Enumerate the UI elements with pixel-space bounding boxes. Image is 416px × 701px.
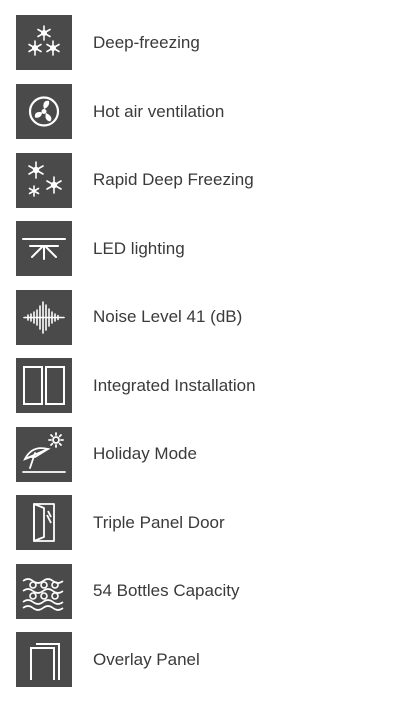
snowflakes-cluster-icon bbox=[16, 152, 72, 208]
bottles-rack-icon bbox=[16, 563, 72, 619]
feature-item-bottles-capacity: 54 Bottles Capacity bbox=[16, 563, 406, 619]
led-light-icon bbox=[16, 221, 72, 276]
glass-door-icon bbox=[16, 495, 72, 550]
feature-list: Deep-freezing Hot air ventilation Rapid … bbox=[16, 15, 406, 701]
feature-label: Deep-freezing bbox=[93, 32, 200, 52]
feature-label: Overlay Panel bbox=[93, 649, 200, 669]
feature-label: Noise Level 41 (dB) bbox=[93, 307, 243, 326]
feature-item-led-lighting: LED lighting bbox=[16, 221, 406, 276]
beach-umbrella-sun-icon bbox=[16, 426, 72, 482]
feature-label: Integrated Installation bbox=[93, 375, 256, 395]
feature-item-noise-level: Noise Level 41 (dB) bbox=[16, 289, 406, 345]
feature-item-triple-panel-door: Triple Panel Door bbox=[16, 495, 406, 550]
fan-icon bbox=[16, 84, 72, 139]
feature-item-hot-air-ventilation: Hot air ventilation bbox=[16, 84, 406, 139]
feature-item-integrated-installation: Integrated Installation bbox=[16, 358, 406, 413]
feature-label: LED lighting bbox=[93, 238, 185, 258]
feature-label: Holiday Mode bbox=[93, 444, 197, 463]
feature-item-deep-freezing: Deep-freezing bbox=[16, 15, 406, 70]
feature-label: Hot air ventilation bbox=[93, 101, 225, 121]
snowflakes-triangle-icon bbox=[16, 15, 72, 70]
feature-label: Triple Panel Door bbox=[93, 512, 225, 532]
feature-item-holiday-mode: Holiday Mode bbox=[16, 426, 406, 482]
feature-label: 54 Bottles Capacity bbox=[93, 581, 240, 600]
sound-wave-icon bbox=[16, 289, 72, 345]
double-panel-icon bbox=[16, 358, 72, 413]
feature-label: Rapid Deep Freezing bbox=[93, 170, 254, 189]
feature-item-rapid-deep-freezing: Rapid Deep Freezing bbox=[16, 152, 406, 208]
